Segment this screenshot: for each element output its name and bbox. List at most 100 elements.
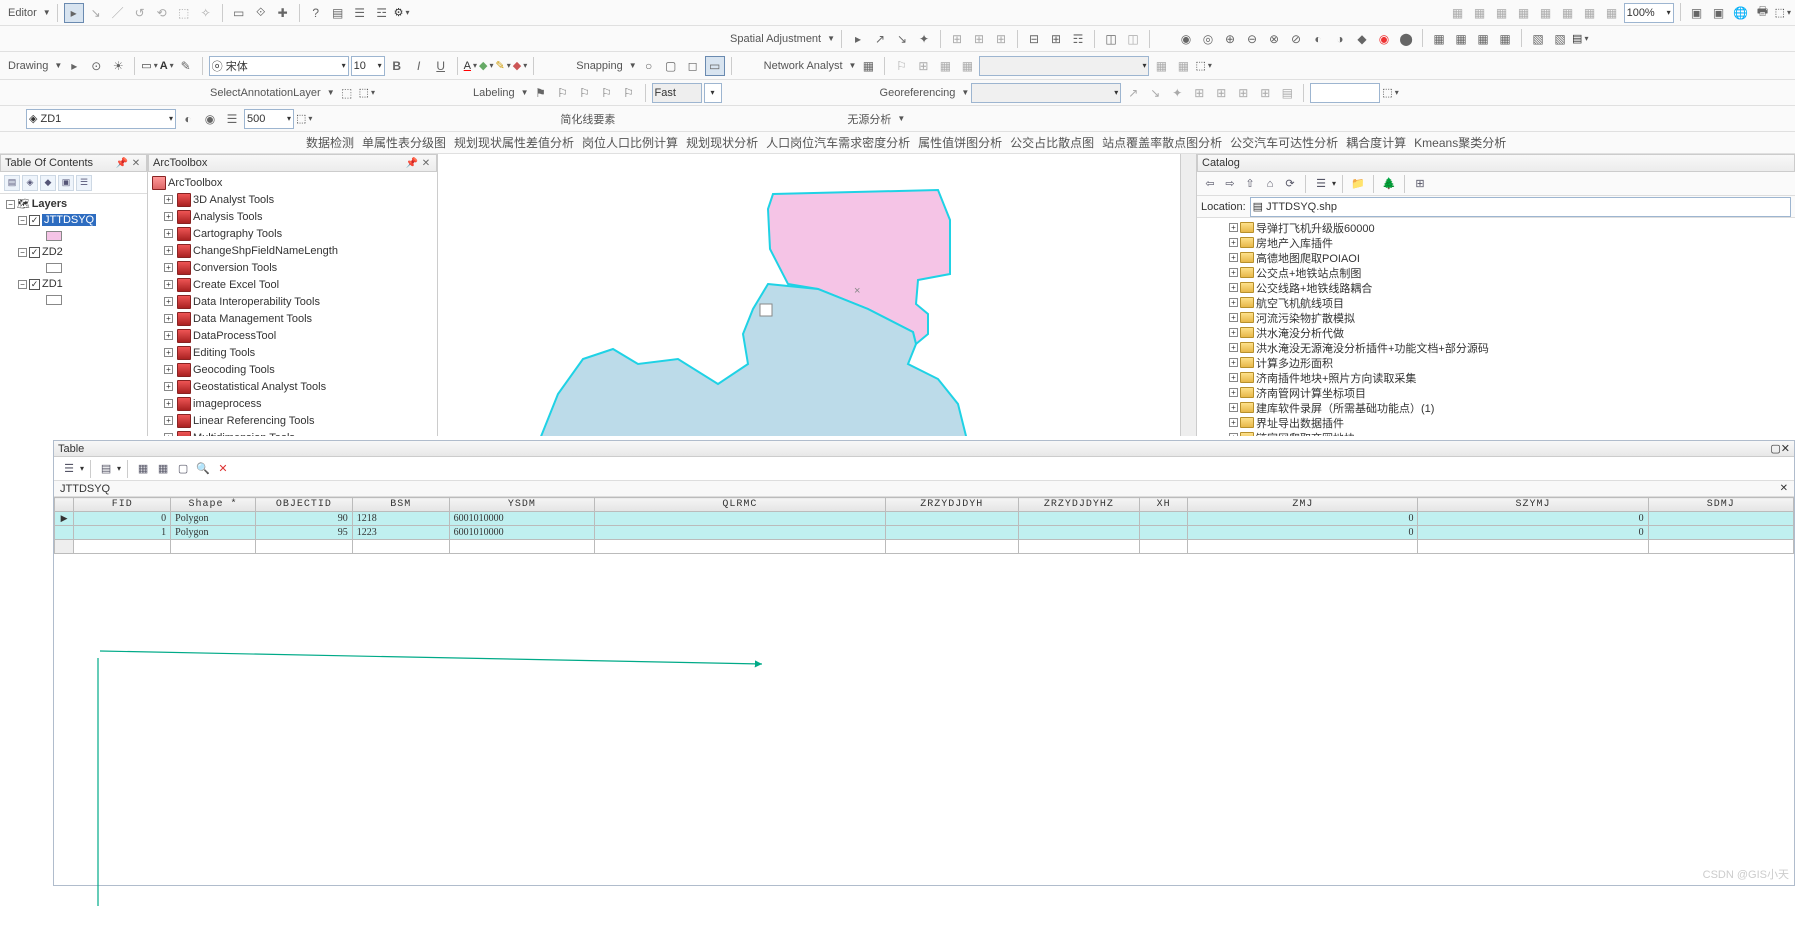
net-11-icon[interactable]: ⬤	[1396, 29, 1416, 49]
topo-2-icon[interactable]: ▦	[1451, 29, 1471, 49]
catalog-folder[interactable]: +航空飞机航线项目	[1199, 295, 1793, 310]
topo-1-icon[interactable]: ▦	[1429, 29, 1449, 49]
list-by-visibility-icon[interactable]: ◆	[40, 175, 56, 191]
col-header[interactable]: ZRZYDJDYHZ	[1018, 498, 1139, 512]
editor-menu[interactable]: Editor▼	[4, 7, 51, 19]
markercolor-icon[interactable]: ◆▾	[513, 59, 527, 72]
col-header[interactable]: QLRMC	[595, 498, 886, 512]
anno-2-icon[interactable]: ⬚▾	[359, 86, 375, 99]
tbl-zoom-icon[interactable]: 🔍	[194, 460, 212, 478]
toolbox-item[interactable]: +Editing Tools	[150, 344, 435, 361]
map-view[interactable]: ×	[438, 154, 1197, 436]
close-icon[interactable]: ✕	[130, 157, 142, 169]
net-10-icon[interactable]: ◉	[1374, 29, 1394, 49]
analysis-btn[interactable]: 人口岗位汽车需求密度分析	[766, 134, 910, 151]
network-menu[interactable]: Network Analyst▼	[760, 60, 857, 72]
labeling-fast-dd[interactable]: ▾	[704, 83, 722, 103]
catalog-folder[interactable]: +界址导出数据插件	[1199, 415, 1793, 430]
reshape-icon[interactable]: ⟐	[251, 3, 271, 23]
lb-4-icon[interactable]: ⚐	[597, 83, 617, 103]
options-icon[interactable]: ⊞	[1411, 175, 1429, 193]
toolbox-item[interactable]: +3D Analyst Tools	[150, 191, 435, 208]
draw-text-icon[interactable]: A▾	[160, 60, 174, 72]
list-by-selection-icon[interactable]: ▣	[58, 175, 74, 191]
sa-errors-icon[interactable]: ⊞	[1046, 29, 1066, 49]
table-row[interactable]: 1Polygon951223600101000000	[55, 526, 1794, 540]
catalog-folder[interactable]: +计算多边形面积	[1199, 355, 1793, 370]
toolbox-item[interactable]: +Geostatistical Analyst Tools	[150, 378, 435, 395]
toolbox-item[interactable]: +Multidimension Tools	[150, 429, 435, 436]
std-5-icon[interactable]: ⬚▾	[1775, 3, 1791, 23]
pointer-tool-icon[interactable]: ▸	[64, 3, 84, 23]
simplify-label[interactable]: 简化线要素	[556, 111, 619, 127]
sa-displace-icon[interactable]: ↘	[892, 29, 912, 49]
font-combo[interactable]: ⓞ 宋体▾	[209, 56, 349, 76]
std-4-icon[interactable]: 🖶	[1753, 3, 1773, 23]
restore-icon[interactable]: ▢	[1770, 443, 1780, 455]
draw-select-icon[interactable]: ▸	[64, 56, 84, 76]
sa-select-icon[interactable]: ▸	[848, 29, 868, 49]
linecolor-icon[interactable]: ✎▾	[496, 59, 511, 72]
toggle-tree-icon[interactable]: 🌲	[1380, 175, 1398, 193]
editor-options-icon[interactable]: ⚙▾	[394, 6, 410, 19]
split-icon[interactable]: ✚	[273, 3, 293, 23]
toc-layer[interactable]: −✓ZD1	[2, 276, 145, 292]
analysis-btn[interactable]: 数据检测	[306, 134, 354, 151]
lb-3-icon[interactable]: ⚐	[575, 83, 595, 103]
tbl-options-icon[interactable]: ☰	[60, 460, 78, 478]
toolbox-item[interactable]: +Conversion Tools	[150, 259, 435, 276]
italic-icon[interactable]: I	[409, 56, 429, 76]
wuyuan-menu[interactable]: 无源分析▼	[843, 111, 905, 127]
close-icon[interactable]: ✕	[1781, 443, 1790, 455]
lb-5-icon[interactable]: ⚐	[619, 83, 639, 103]
analysis-btn[interactable]: Kmeans聚类分析	[1414, 134, 1506, 151]
list-by-drawing-icon[interactable]: ▤	[4, 175, 20, 191]
toc-layer[interactable]: −✓JTTDSYQ	[2, 212, 145, 228]
catalog-folder[interactable]: +公交点+地铁站点制图	[1199, 265, 1793, 280]
snap-end-icon[interactable]: ▢	[661, 56, 681, 76]
toolbox-item[interactable]: +Create Excel Tool	[150, 276, 435, 293]
na-window-icon[interactable]: ▦	[858, 56, 878, 76]
draw-rotate-icon[interactable]: ⊙	[86, 56, 106, 76]
toolbox-item[interactable]: +imageprocess	[150, 395, 435, 412]
back-icon[interactable]: ⇦	[1201, 175, 1219, 193]
topo-5-icon[interactable]: ▧	[1528, 29, 1548, 49]
fontcolor-icon[interactable]: A▾	[464, 60, 477, 72]
labeling-fast[interactable]: Fast	[652, 83, 702, 103]
catalog-folder[interactable]: +房地产入库插件	[1199, 235, 1793, 250]
net-7-icon[interactable]: ◐	[1308, 29, 1328, 49]
draw-edit-icon[interactable]: ✎	[176, 56, 196, 76]
pin-icon[interactable]: 📌	[406, 157, 418, 169]
col-header[interactable]: SZYMJ	[1418, 498, 1648, 512]
map-scrollbar[interactable]	[1180, 154, 1196, 436]
snapping-menu[interactable]: Snapping▼	[572, 60, 636, 72]
refresh-icon[interactable]: ⟳	[1281, 175, 1299, 193]
spatial-adj-menu[interactable]: Spatial Adjustment▼	[726, 33, 835, 45]
analysis-btn[interactable]: 公交占比散点图	[1010, 134, 1094, 151]
tbl-sel2-icon[interactable]: ▦	[154, 460, 172, 478]
edit-vertices-icon[interactable]: ▭	[229, 3, 249, 23]
col-header[interactable]: BSM	[352, 498, 449, 512]
table-row[interactable]: ▶0Polygon901218600101000000	[55, 512, 1794, 526]
lb-2-icon[interactable]: ⚐	[553, 83, 573, 103]
catalog-folder[interactable]: +济南管网计算坐标项目	[1199, 385, 1793, 400]
analysis-btn[interactable]: 单属性表分级图	[362, 134, 446, 151]
sa-multilink-icon[interactable]: ✦	[914, 29, 934, 49]
net-3-icon[interactable]: ⊕	[1220, 29, 1240, 49]
catalog-folder[interactable]: +济南插件地块+照片方向读取采集	[1199, 370, 1793, 385]
snap-edge-icon[interactable]: ▭	[705, 56, 725, 76]
toolbox-item[interactable]: +Data Management Tools	[150, 310, 435, 327]
analysis-btn[interactable]: 站点覆盖率散点图分析	[1102, 134, 1222, 151]
fwd-icon[interactable]: ⇨	[1221, 175, 1239, 193]
catalog-folder[interactable]: +洪水淹没分析代做	[1199, 325, 1793, 340]
drawing-menu[interactable]: Drawing▼	[4, 60, 62, 72]
attributes-icon[interactable]: ▤	[328, 3, 348, 23]
toolbox-item[interactable]: +Cartography Tools	[150, 225, 435, 242]
fillcolor-icon[interactable]: ◆▾	[479, 59, 493, 72]
arctoolbox-root[interactable]: ArcToolbox	[150, 174, 435, 191]
analysis-btn[interactable]: 岗位人口比例计算	[582, 134, 678, 151]
labeling-menu[interactable]: Labeling▼	[469, 87, 529, 99]
col-header[interactable]: XH	[1139, 498, 1187, 512]
layer-combo[interactable]: ◈ ZD1▾	[26, 109, 176, 129]
catalog-folder[interactable]: +河流污染物扩散模拟	[1199, 310, 1793, 325]
